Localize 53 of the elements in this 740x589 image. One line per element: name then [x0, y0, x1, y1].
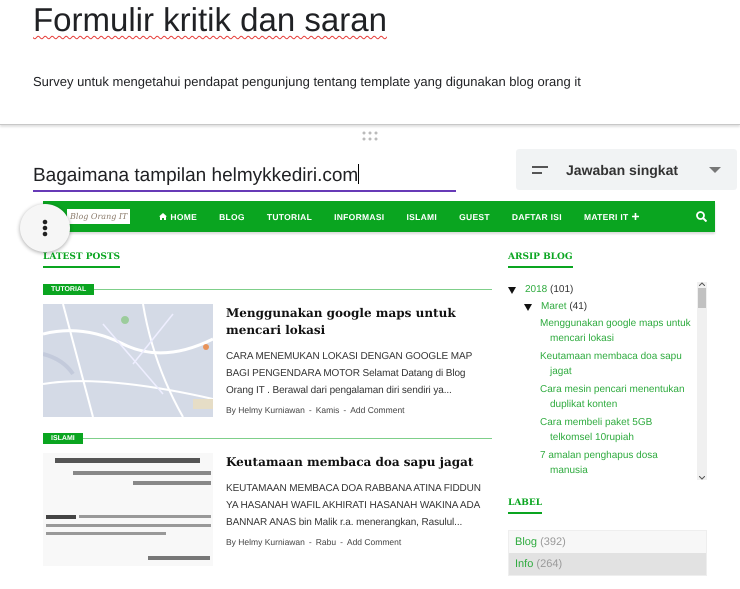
comment-link[interactable]: Add Comment [346, 537, 402, 547]
nav-link[interactable]: ISLAMI [395, 212, 448, 222]
label-item[interactable]: Info (264) [509, 553, 706, 575]
drag-handle-icon[interactable] [362, 131, 378, 141]
archive-post-link[interactable]: 7 amalan penghapus dosa manusia [540, 448, 697, 478]
form-description[interactable]: Survey untuk mengetahui pendapat pengunjung tentang template yang digunakan blog orang it [33, 74, 581, 89]
post-count: (101) [550, 284, 574, 295]
post-day: Kamis [316, 405, 340, 415]
section-heading: LATEST POSTS [43, 252, 120, 268]
archive-link[interactable]: 2018 [525, 284, 548, 295]
label-item[interactable]: Blog (392) [509, 531, 706, 553]
section-heading: LABEL [508, 498, 542, 514]
post-title[interactable]: Keutamaan membaca doa sapu jagat [226, 454, 492, 471]
separator: - [308, 537, 312, 547]
post-day: Rabu [316, 537, 336, 547]
nav-link[interactable]: HOME [148, 212, 208, 222]
caret-icon [709, 166, 721, 172]
archive-post-link[interactable]: Menggunakan google maps untuk mencari lokasi [540, 316, 697, 346]
separator: - [308, 405, 312, 415]
nav-link[interactable]: GUEST [448, 212, 501, 222]
short-text-icon [532, 166, 548, 174]
triangle-icon[interactable] [508, 286, 516, 294]
nav-link[interactable]: BLOG [208, 212, 256, 222]
post-excerpt: CARA MENEMUKAN LOKASI DENGAN GOOGLE MAP BAGI PENGENDARA MOTOR Selamat Datang di Blog Orang IT . Berawal dari pengalaman diri sendiri ya... [226, 350, 473, 398]
archive-link[interactable]: Maret [541, 301, 567, 312]
post-excerpt: KEUTAMAAN MEMBACA DOA RABBANA ATINA FIDDUN YA HASANAH WAFIL AKHIRATI HASANAH WAKINA ADA BANNAR ANAS bin Malik r.a. menerangkan, Rasulul... [226, 482, 482, 530]
section-heading: ARSIP BLOG [508, 252, 573, 268]
question-field[interactable]: Bagaimana tampilan helmykkediri.com [33, 149, 456, 192]
question-type-dropdown[interactable]: Jawaban singkat [516, 149, 737, 190]
scrollbar-thumb[interactable] [698, 288, 706, 308]
nav-link[interactable]: MATERI IT [572, 212, 650, 222]
search-icon[interactable] [696, 211, 707, 222]
nav-link[interactable]: TUTORIAL [256, 212, 324, 222]
separator: - [343, 405, 346, 415]
triangle-icon[interactable] [524, 302, 532, 310]
archive-post-link[interactable]: Cara membeli paket 5GB telkomsel 10rupiah [540, 415, 697, 445]
home-icon [159, 213, 168, 220]
archive-post-link[interactable]: Cara mesin pencari menentukan duplikat konten [540, 382, 697, 412]
more-menu-button[interactable] [20, 204, 70, 252]
blog-logo[interactable]: Blog Orang IT [67, 209, 130, 224]
separator: - [340, 537, 343, 547]
comment-link[interactable]: Add Comment [350, 405, 405, 415]
scrollbar[interactable] [697, 282, 707, 480]
plus-icon [632, 213, 639, 220]
post-author[interactable]: By Helmy Kurniawan [226, 537, 305, 547]
form-title[interactable]: Formulir kritik dan saran [33, 0, 387, 39]
post-title[interactable]: Menggunakan google maps untuk mencari lokasi [226, 305, 492, 339]
archive-post-link[interactable]: Keutamaan membaca doa sapu jagat [540, 349, 697, 379]
nav-link[interactable]: DAFTAR ISI [500, 212, 573, 222]
post-author[interactable]: By Helmy Kurniawan [226, 405, 305, 415]
more-vertical-icon [42, 219, 48, 237]
post-count: (41) [569, 301, 588, 312]
nav-link[interactable]: INFORMASI [323, 212, 396, 222]
